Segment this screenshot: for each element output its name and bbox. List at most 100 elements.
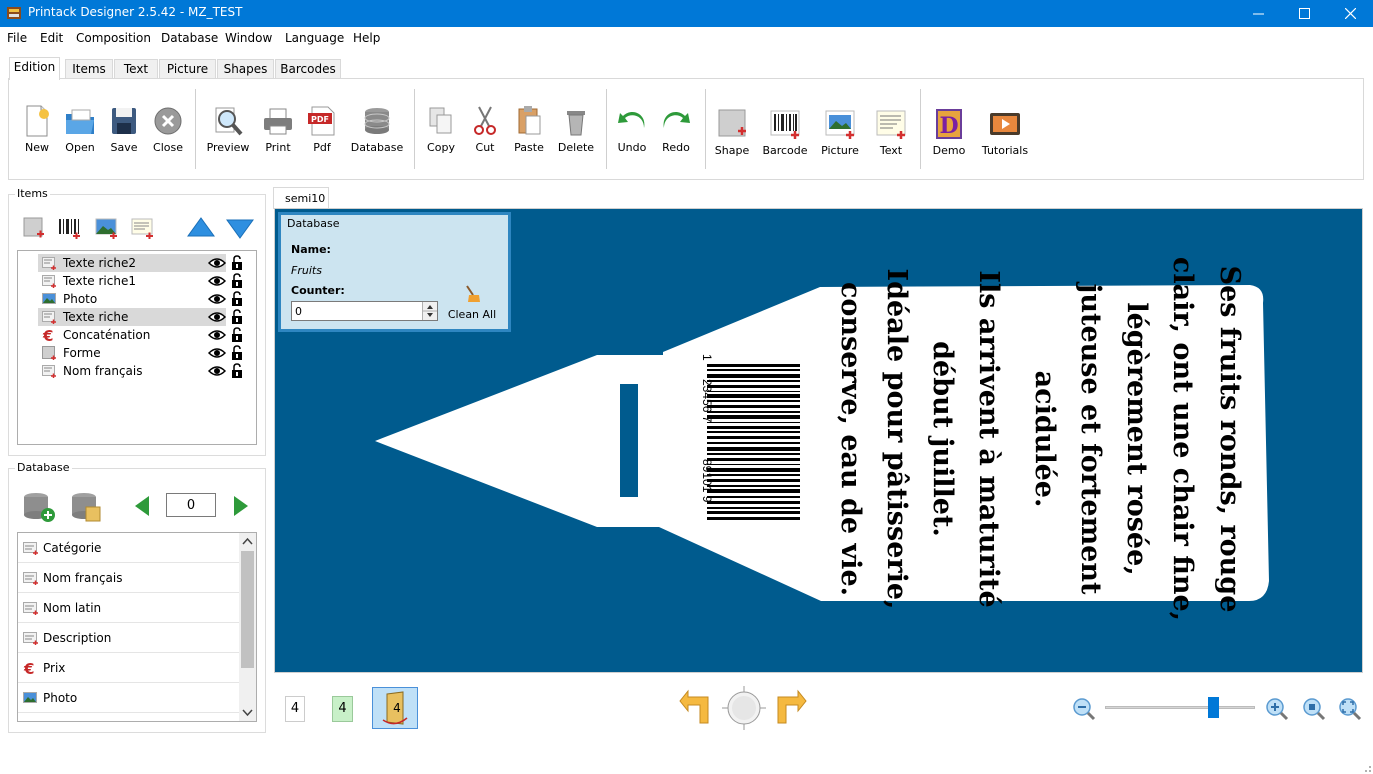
database-field-row[interactable]: Description xyxy=(18,623,240,653)
text-button[interactable]: Text xyxy=(865,107,917,163)
resize-grip-icon[interactable] xyxy=(1362,763,1372,773)
close-icon xyxy=(1344,8,1356,19)
tab-shapes[interactable]: Shapes xyxy=(217,59,274,79)
text-field-icon xyxy=(23,601,39,618)
tutorials-button[interactable]: Tutorials xyxy=(977,107,1033,163)
counter-stepper[interactable] xyxy=(422,302,437,320)
tab-items[interactable]: Items xyxy=(65,59,113,79)
close-window-button[interactable] xyxy=(1327,0,1373,27)
page-view-button[interactable]: 4 xyxy=(372,687,418,729)
visibility-eye-icon[interactable] xyxy=(208,365,226,377)
move-up-icon[interactable] xyxy=(187,217,215,237)
shape-add-icon xyxy=(718,109,746,137)
database-field-row[interactable]: Catégorie xyxy=(18,533,240,563)
page-current-box[interactable]: 4 xyxy=(332,696,353,722)
add-database-icon[interactable] xyxy=(21,489,57,523)
minimize-button[interactable] xyxy=(1235,0,1281,27)
picture-button[interactable]: Picture xyxy=(814,107,866,163)
database-field-row[interactable]: € Prix xyxy=(18,653,240,683)
stepper-arrows-icon[interactable] xyxy=(423,302,437,320)
lock-icon[interactable] xyxy=(231,291,243,307)
tab-picture[interactable]: Picture xyxy=(159,59,216,79)
item-row[interactable]: Photo xyxy=(18,290,256,308)
database-button[interactable]: Database xyxy=(349,104,405,160)
zoom-actual-size-icon[interactable] xyxy=(1302,697,1326,721)
menu-database[interactable]: Database xyxy=(161,31,218,45)
menu-window[interactable]: Window xyxy=(225,31,272,45)
paste-button[interactable]: Paste xyxy=(503,104,555,160)
lock-icon[interactable] xyxy=(231,309,243,325)
scroll-thumb[interactable] xyxy=(241,551,254,668)
counter-label: Counter: xyxy=(291,284,345,297)
document-tab[interactable]: semi10 xyxy=(273,187,329,209)
record-number-field[interactable]: 0 xyxy=(166,493,216,517)
redo-button[interactable]: Redo xyxy=(650,104,702,160)
database-field-row[interactable]: Photo xyxy=(18,683,240,713)
menu-file[interactable]: File xyxy=(7,31,27,45)
menu-help[interactable]: Help xyxy=(353,31,380,45)
visibility-eye-icon[interactable] xyxy=(208,347,226,359)
add-picture-icon[interactable] xyxy=(95,217,119,239)
fields-scrollbar[interactable] xyxy=(239,533,256,721)
item-row[interactable]: Texte riche2 xyxy=(18,254,256,272)
clean-all-button[interactable]: Clean All xyxy=(447,285,497,325)
barcode-button[interactable]: Barcode xyxy=(759,107,811,163)
menu-composition[interactable]: Composition xyxy=(76,31,151,45)
visibility-eye-icon[interactable] xyxy=(208,257,226,269)
lock-icon[interactable] xyxy=(231,363,243,379)
preview-button[interactable]: Preview xyxy=(202,104,254,160)
open-database-icon[interactable] xyxy=(69,489,105,523)
item-row[interactable]: Texte riche1 xyxy=(18,272,256,290)
item-row[interactable]: Texte riche xyxy=(18,308,256,326)
maximize-button[interactable] xyxy=(1281,0,1327,27)
visibility-eye-icon[interactable] xyxy=(208,275,226,287)
add-text-icon[interactable] xyxy=(131,217,155,239)
lock-icon[interactable] xyxy=(231,273,243,289)
database-field-row[interactable]: Nom français xyxy=(18,563,240,593)
previous-record-icon[interactable] xyxy=(133,495,151,517)
database-field-row[interactable]: Nom latin xyxy=(18,593,240,623)
barcode-graphic xyxy=(707,364,800,520)
pdf-button[interactable]: PDF Pdf xyxy=(296,104,348,160)
move-down-icon[interactable] xyxy=(226,219,254,239)
rotation-dial-icon[interactable] xyxy=(722,686,766,730)
paste-label: Paste xyxy=(514,141,544,154)
shape-button[interactable]: Shape xyxy=(706,107,758,163)
item-row[interactable]: Nom français xyxy=(18,362,256,380)
lock-icon[interactable] xyxy=(231,345,243,361)
zoom-slider-thumb[interactable] xyxy=(1208,697,1219,718)
lock-icon[interactable] xyxy=(231,327,243,343)
zoom-in-icon[interactable] xyxy=(1265,697,1289,721)
next-record-icon[interactable] xyxy=(232,495,250,517)
visibility-eye-icon[interactable] xyxy=(208,311,226,323)
rotate-right-icon[interactable] xyxy=(774,689,808,725)
tab-edition[interactable]: Edition xyxy=(9,57,60,80)
rotate-left-icon[interactable] xyxy=(678,689,712,725)
shape-label: Shape xyxy=(714,144,750,157)
visibility-eye-icon[interactable] xyxy=(208,329,226,341)
scroll-down-icon[interactable] xyxy=(239,705,256,719)
add-shape-icon[interactable] xyxy=(23,217,45,239)
zoom-out-icon[interactable] xyxy=(1072,697,1096,721)
app-logo-icon xyxy=(7,7,21,19)
zoom-slider-track[interactable] xyxy=(1105,706,1255,709)
demo-button[interactable]: D Demo xyxy=(923,107,975,163)
tab-barcodes[interactable]: Barcodes xyxy=(275,59,341,79)
tab-text[interactable]: Text xyxy=(114,59,158,79)
visibility-eye-icon[interactable] xyxy=(208,293,226,305)
zoom-fit-icon[interactable] xyxy=(1338,697,1362,721)
barcode-first-digit: 1 xyxy=(700,354,714,361)
close-button[interactable]: Close xyxy=(142,104,194,160)
database-overlay-panel: Database Name: Fruits Counter: 0 Clean A… xyxy=(278,212,511,332)
lock-icon[interactable] xyxy=(231,255,243,271)
item-row[interactable]: Forme xyxy=(18,344,256,362)
menu-language[interactable]: Language xyxy=(285,31,344,45)
delete-button[interactable]: Delete xyxy=(550,104,602,160)
scroll-up-icon[interactable] xyxy=(239,535,256,549)
counter-spinbox[interactable]: 0 xyxy=(291,301,438,321)
menu-edit[interactable]: Edit xyxy=(40,31,63,45)
add-barcode-icon[interactable] xyxy=(58,217,82,239)
item-row[interactable]: € Concaténation xyxy=(18,326,256,345)
close-label: Close xyxy=(153,141,183,154)
pdf-badge-text: PDF xyxy=(311,115,329,124)
